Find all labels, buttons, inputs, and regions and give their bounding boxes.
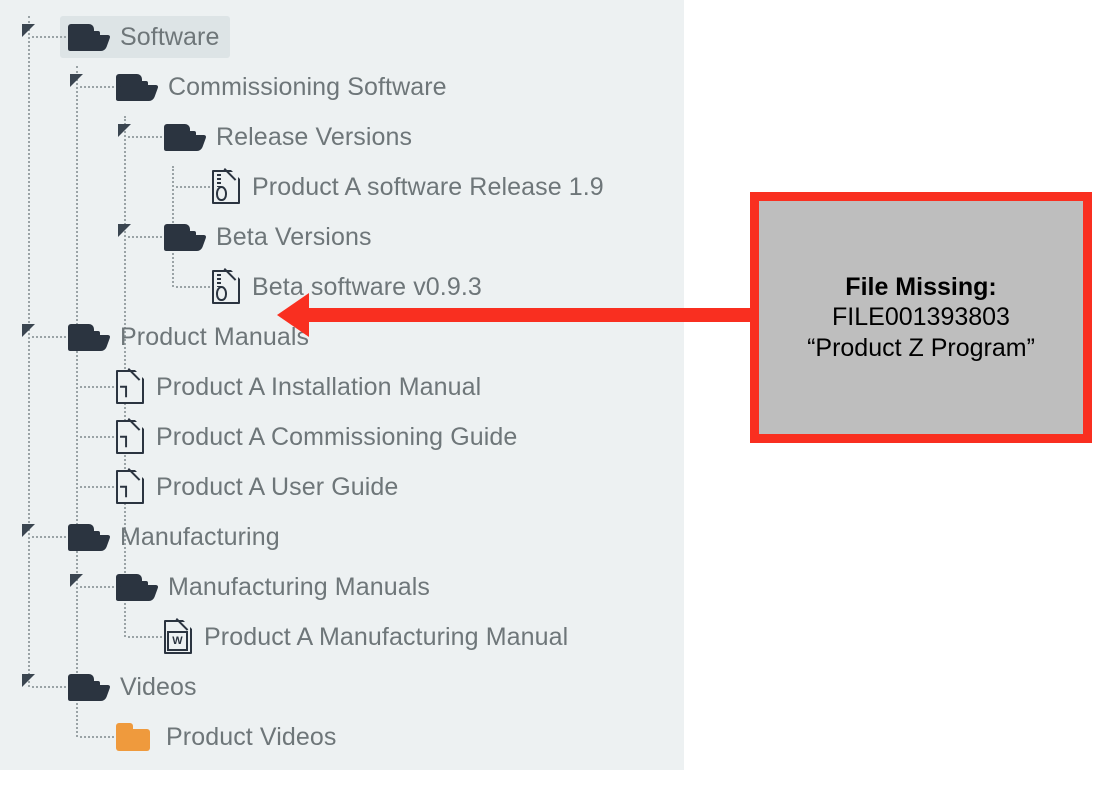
tree-connector-line (80, 386, 114, 388)
tree-connector-line (128, 236, 162, 238)
tree-connector-line (28, 16, 30, 687)
tree-connector-line (80, 586, 114, 588)
callout-arrow-head (277, 293, 309, 337)
callout-file-id: FILE001393803 (832, 303, 1010, 332)
tree-connector-line (76, 66, 78, 737)
tree-connector-line (80, 486, 114, 488)
tree-node-row[interactable]: Manufacturing (67, 512, 280, 562)
zip-file-icon (212, 269, 241, 304)
folder-open-icon (67, 22, 111, 52)
callout-title: File Missing: (845, 272, 997, 301)
tree-node-row[interactable]: Videos (67, 662, 197, 712)
zip-file-icon (212, 169, 241, 204)
tree-connector-line (32, 36, 66, 38)
tree-node-label: Beta Versions (216, 222, 372, 251)
folder-open-icon (67, 672, 111, 702)
tree-expand-toggle[interactable] (22, 524, 35, 537)
tree-connector-line (128, 636, 162, 638)
folder-open-icon (163, 222, 207, 252)
pdf-file-icon: ⅂ (116, 469, 145, 504)
pdf-file-icon: ⅂ (116, 419, 145, 454)
tree-node-label: Videos (120, 672, 197, 701)
tree-node-row[interactable]: ⅂ Product A Commissioning Guide (116, 412, 517, 462)
callout-arrow-shaft (305, 308, 750, 322)
file-tree-panel: Software Commissioning Software Release Ve… (0, 0, 684, 770)
tree-node-label: Product A User Guide (156, 472, 399, 501)
tree-expand-toggle[interactable] (70, 574, 83, 587)
tree-node-label: Software (120, 22, 220, 51)
folder-open-icon (67, 522, 111, 552)
tree-connector-line (32, 536, 66, 538)
tree-node-label: Product A Commissioning Guide (156, 422, 518, 451)
tree-connector-line (80, 436, 114, 438)
tree-node-row[interactable]: W Product A Manufacturing Manual (164, 612, 568, 662)
tree-node-label: Product A Manufacturing Manual (204, 622, 569, 651)
tree-connector-line (80, 736, 114, 738)
tree-node-row[interactable]: Product Videos (116, 712, 337, 762)
tree-node-label: Product Videos (166, 722, 337, 751)
tree-node-label: Commissioning Software (168, 72, 447, 101)
tree-node-row[interactable]: Product Manuals (67, 312, 309, 362)
folder-open-icon (163, 122, 207, 152)
word-file-icon: W (164, 619, 193, 654)
tree-connector-line (176, 286, 210, 288)
tree-node-row[interactable]: Software (60, 12, 230, 62)
tree-node-label: Manufacturing (120, 522, 280, 551)
folder-closed-icon (116, 722, 154, 752)
file-missing-callout: File Missing: FILE001393803 “Product Z P… (750, 192, 1092, 443)
tree-node-row[interactable]: Commissioning Software (115, 62, 447, 112)
tree-node-row[interactable]: Product A software Release 1.9 (212, 162, 604, 212)
tree-expand-toggle[interactable] (22, 24, 35, 37)
folder-open-icon (67, 322, 111, 352)
folder-open-icon (115, 572, 159, 602)
tree-node-label: Product A Installation Manual (156, 372, 482, 401)
tree-expand-toggle[interactable] (118, 124, 131, 137)
callout-file-name: “Product Z Program” (807, 333, 1035, 362)
tree-connector-line (128, 136, 162, 138)
tree-connector-line (32, 336, 66, 338)
pdf-file-icon: ⅂ (116, 369, 145, 404)
tree-expand-toggle[interactable] (22, 674, 35, 687)
tree-expand-toggle[interactable] (118, 224, 131, 237)
tree-connector-line (32, 686, 66, 688)
folder-open-icon (115, 72, 159, 102)
tree-connector-line (80, 86, 114, 88)
tree-expand-toggle[interactable] (70, 74, 83, 87)
tree-node-row[interactable]: Release Versions (163, 112, 413, 162)
tree-node-label: Release Versions (216, 122, 413, 151)
tree-node-row[interactable]: ⅂ Product A Installation Manual (116, 362, 481, 412)
tree-node-row[interactable]: Manufacturing Manuals (115, 562, 430, 612)
tree-node-row[interactable]: Beta software v0.9.3 (212, 262, 482, 312)
tree-connector-line (176, 186, 210, 188)
tree-expand-toggle[interactable] (22, 324, 35, 337)
tree-node-row[interactable]: ⅂ Product A User Guide (116, 462, 398, 512)
tree-node-label: Manufacturing Manuals (168, 572, 430, 601)
tree-node-label: Product A software Release 1.9 (252, 172, 604, 201)
tree-node-row[interactable]: Beta Versions (163, 212, 372, 262)
